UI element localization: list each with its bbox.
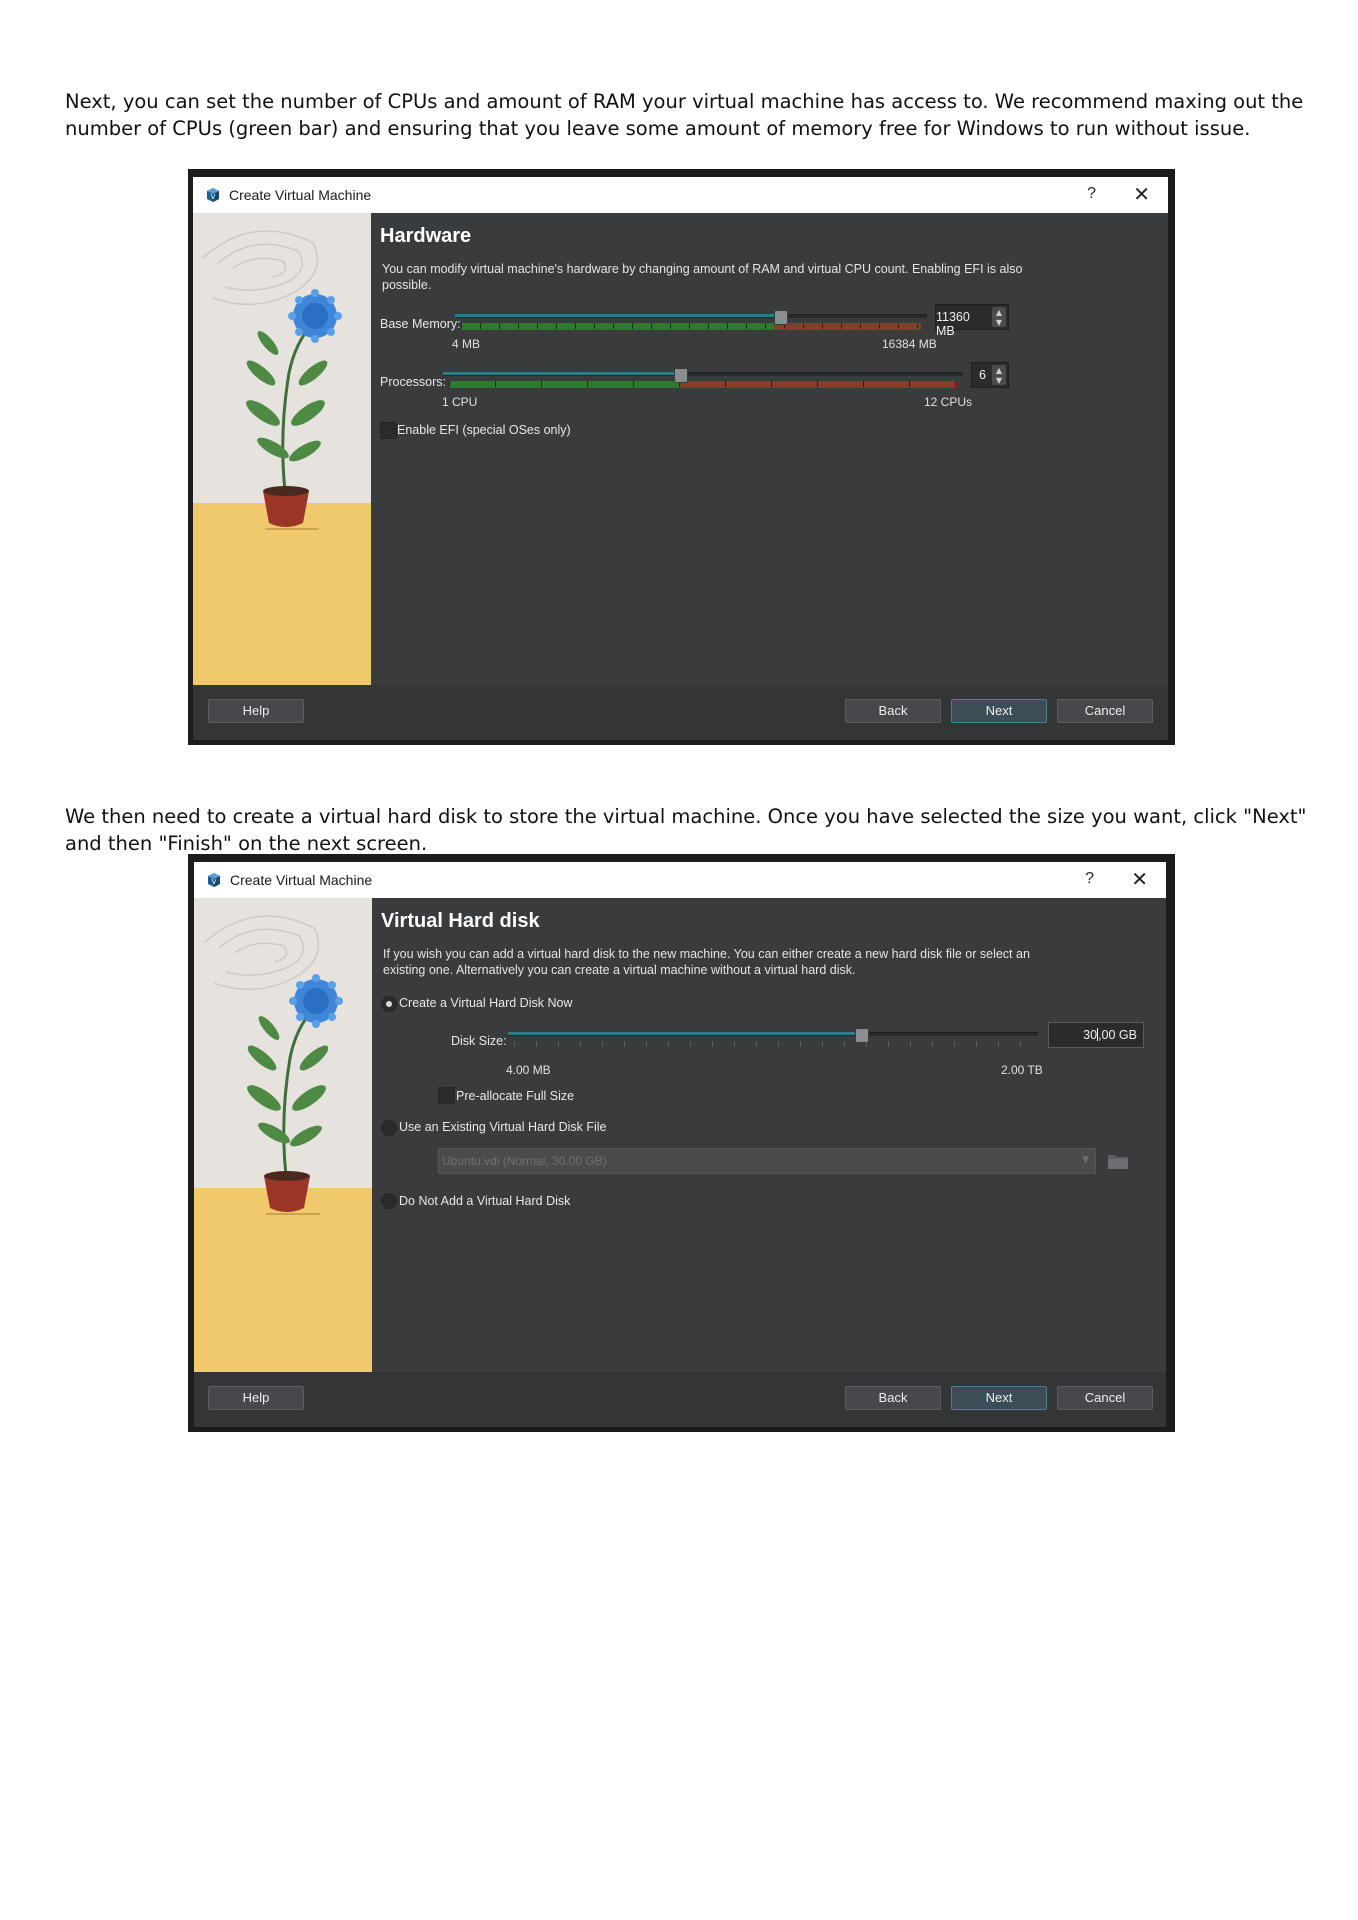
processors-min-label: 1 CPU xyxy=(442,395,478,409)
title-bar: V Create Virtual Machine ? ✕ xyxy=(193,177,1168,213)
virtualbox-logo-icon: V xyxy=(208,873,220,887)
spin-up-icon[interactable]: ▲ xyxy=(992,366,1006,376)
wizard-illustration xyxy=(193,213,371,685)
disk-size-slider[interactable] xyxy=(508,1028,1038,1048)
title-bar: V Create Virtual Machine ? ✕ xyxy=(194,862,1166,898)
button-bar: Help Back Next Cancel xyxy=(194,1372,1166,1427)
create-disk-now-radio[interactable] xyxy=(381,996,397,1012)
close-icon[interactable]: ✕ xyxy=(1133,182,1150,206)
slider-ticks xyxy=(514,1041,1032,1047)
page-description: If you wish you can add a virtual hard d… xyxy=(383,947,1030,977)
wizard-illustration xyxy=(194,898,372,1372)
help-button[interactable]: Help xyxy=(208,699,304,723)
spin-down-icon[interactable]: ▼ xyxy=(992,318,1006,328)
combo-arrow-icon: ▼ xyxy=(1082,1155,1089,1165)
disk-size-label: Disk Size: xyxy=(451,1034,507,1048)
enable-efi-label: Enable EFI (special OSes only) xyxy=(397,423,571,437)
wizard-content: Virtual Hard disk If you wish you can ad… xyxy=(372,898,1166,1372)
intro-paragraph-hard-disk: We then need to create a virtual hard di… xyxy=(65,804,1307,855)
slider-handle[interactable] xyxy=(855,1028,869,1043)
processors-label: Processors: xyxy=(380,375,446,389)
base-memory-value: 11360 MB xyxy=(936,310,970,338)
virtualbox-logo-icon: V xyxy=(207,188,219,202)
disk-size-min-label: 4.00 MB xyxy=(506,1063,551,1077)
spin-down-icon[interactable]: ▼ xyxy=(992,376,1006,386)
create-vm-dialog-hard-disk: V Create Virtual Machine ? ✕ Virtual Har… xyxy=(194,862,1166,1427)
back-button[interactable]: Back xyxy=(845,1386,941,1410)
folder-icon[interactable] xyxy=(1106,1149,1130,1173)
create-disk-now-label: Create a Virtual Hard Disk Now xyxy=(399,996,573,1010)
base-memory-spinbox[interactable]: 11360 MB ▲ ▼ xyxy=(935,304,1009,338)
no-disk-label: Do Not Add a Virtual Hard Disk xyxy=(399,1194,571,1208)
page-title: Hardware xyxy=(380,225,472,247)
svg-text:V: V xyxy=(211,193,216,201)
enable-efi-checkbox[interactable] xyxy=(380,422,397,439)
slider-fill xyxy=(443,372,680,375)
slider-fill xyxy=(508,1032,861,1035)
help-button[interactable]: Help xyxy=(208,1386,304,1410)
help-icon[interactable]: ? xyxy=(1085,870,1094,888)
use-existing-disk-label: Use an Existing Virtual Hard Disk File xyxy=(399,1120,607,1134)
page-description: You can modify virtual machine's hardwar… xyxy=(382,262,1023,292)
disk-size-value: 30,00 GB xyxy=(1083,1028,1137,1042)
intro-paragraph-hardware: Next, you can set the number of CPUs and… xyxy=(65,89,1304,140)
preallocate-checkbox[interactable] xyxy=(438,1087,455,1104)
button-bar: Help Back Next Cancel xyxy=(193,685,1168,740)
back-button[interactable]: Back xyxy=(845,699,941,723)
spin-arrows[interactable]: ▲ ▼ xyxy=(992,307,1006,327)
processors-slider[interactable] xyxy=(443,368,963,388)
cancel-button[interactable]: Cancel xyxy=(1057,699,1153,723)
base-memory-label: Base Memory: xyxy=(380,317,461,331)
help-icon[interactable]: ? xyxy=(1087,185,1096,203)
base-memory-slider[interactable] xyxy=(455,310,927,330)
wizard-content: Hardware You can modify virtual machine'… xyxy=(371,213,1168,685)
next-button[interactable]: Next xyxy=(951,699,1047,723)
existing-disk-select[interactable]: Ubuntu.vdi (Normal, 30.00 GB) ▼ xyxy=(438,1148,1096,1174)
processors-max-label: 12 CPUs xyxy=(924,395,973,409)
screenshot-virtual-hard-disk: V Create Virtual Machine ? ✕ Virtual Har… xyxy=(188,854,1175,1432)
processors-value: 6 xyxy=(979,368,986,382)
spin-up-icon[interactable]: ▲ xyxy=(992,308,1006,318)
close-icon[interactable]: ✕ xyxy=(1131,867,1148,891)
cancel-button[interactable]: Cancel xyxy=(1057,1386,1153,1410)
use-existing-disk-radio[interactable] xyxy=(381,1120,397,1136)
processors-spinbox[interactable]: 6 ▲ ▼ xyxy=(971,362,1009,388)
memory-max-label: 16384 MB xyxy=(882,337,937,351)
page-title: Virtual Hard disk xyxy=(381,910,540,932)
slider-fill xyxy=(455,314,780,317)
spin-arrows[interactable]: ▲ ▼ xyxy=(992,365,1006,385)
slider-handle[interactable] xyxy=(774,310,788,325)
create-vm-dialog-hardware: V Create Virtual Machine ? ✕ Hardware Yo… xyxy=(193,177,1168,740)
svg-text:V: V xyxy=(212,878,217,886)
memory-min-label: 4 MB xyxy=(452,337,481,351)
slider-ticks xyxy=(449,381,957,387)
disk-size-input[interactable]: 30,00 GB xyxy=(1048,1022,1144,1048)
slider-handle[interactable] xyxy=(674,368,688,383)
no-disk-radio[interactable] xyxy=(381,1193,397,1209)
next-button[interactable]: Next xyxy=(951,1386,1047,1410)
existing-disk-value: Ubuntu.vdi (Normal, 30.00 GB) xyxy=(442,1154,607,1168)
disk-size-max-label: 2.00 TB xyxy=(1001,1063,1043,1077)
window-title: Create Virtual Machine xyxy=(230,872,373,888)
slider-ticks xyxy=(461,323,921,329)
preallocate-label: Pre-allocate Full Size xyxy=(456,1089,575,1103)
screenshot-hardware: V Create Virtual Machine ? ✕ Hardware Yo… xyxy=(188,169,1175,745)
window-title: Create Virtual Machine xyxy=(229,187,372,203)
